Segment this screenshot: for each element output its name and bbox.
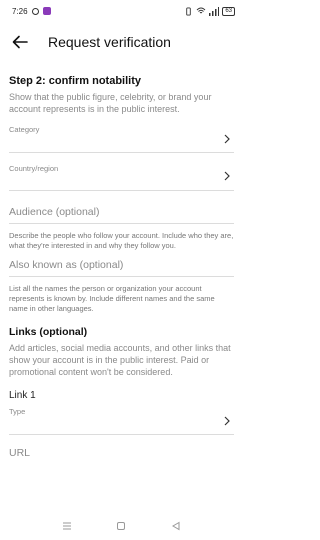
link-type-select[interactable]: Type (9, 403, 234, 435)
status-left: 7:26 (12, 7, 51, 16)
link-1-label: Link 1 (9, 390, 36, 401)
signal-icon (209, 6, 220, 16)
aka-placeholder: Also known as (optional) (9, 259, 124, 271)
app-notification-icon (42, 7, 51, 15)
home-nav-button[interactable] (114, 519, 128, 533)
menu-nav-button[interactable] (60, 519, 74, 533)
link-type-label: Type (9, 407, 26, 416)
country-select[interactable]: Country/region (9, 153, 234, 191)
chevron-right-icon (224, 171, 230, 181)
links-description: Add articles, social media accounts, and… (9, 343, 231, 377)
menu-icon (63, 522, 72, 530)
step-title: Step 2: confirm notability (9, 75, 142, 87)
aka-field[interactable]: Also known as (optional) (9, 251, 234, 277)
back-triangle-icon (171, 521, 180, 531)
back-button[interactable] (10, 32, 30, 52)
chevron-right-icon (224, 416, 230, 426)
status-right: 63 (184, 6, 235, 16)
status-bar: 7:26 63 (0, 0, 243, 22)
page-title: Request verification (48, 34, 171, 50)
battery-icon: 63 (222, 6, 235, 16)
back-arrow-icon (12, 35, 28, 49)
audience-field[interactable]: Audience (optional) (9, 191, 234, 224)
country-label: Country/region (9, 164, 59, 173)
url-field[interactable]: URL (9, 435, 234, 459)
audience-placeholder: Audience (optional) (9, 206, 100, 218)
wifi-icon (196, 7, 206, 13)
category-label: Category (9, 125, 40, 134)
step-description: Show that the public figure, celebrity, … (9, 92, 212, 114)
message-icon (31, 7, 39, 15)
home-icon (117, 522, 126, 530)
category-select[interactable]: Category (9, 121, 234, 153)
links-title: Links (optional) (9, 326, 88, 338)
app-header: Request verification (0, 22, 243, 62)
audience-help: Describe the people who follow your acco… (9, 231, 234, 250)
aka-help: List all the names the person or organiz… (9, 284, 215, 313)
system-nav-bar (0, 512, 243, 540)
vibrate-icon (186, 6, 192, 16)
back-nav-button[interactable] (169, 519, 183, 533)
url-placeholder: URL (9, 447, 31, 459)
form-content: Step 2: confirm notability Show that the… (0, 75, 243, 459)
chevron-right-icon (224, 134, 230, 144)
status-time: 7:26 (12, 6, 28, 16)
